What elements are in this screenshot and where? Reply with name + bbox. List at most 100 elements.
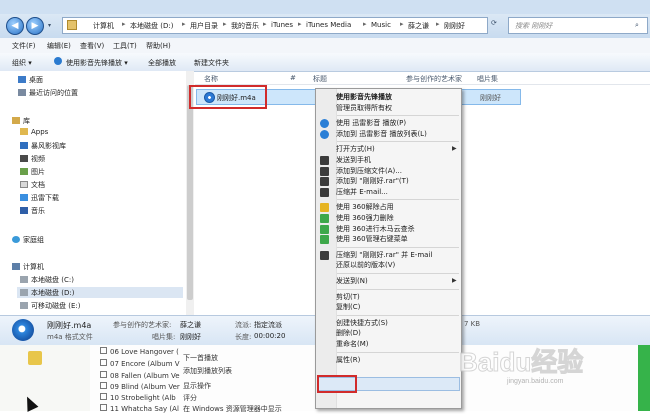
menu-separator bbox=[337, 273, 459, 274]
checkbox-icon[interactable] bbox=[100, 404, 107, 411]
column-track-number[interactable]: # bbox=[290, 74, 296, 82]
crumb-my-music[interactable]: 我的音乐 bbox=[231, 21, 259, 31]
column-artist[interactable]: 参与创作的艺术家 bbox=[406, 74, 462, 84]
nav-desktop[interactable]: 桌面 bbox=[18, 75, 43, 85]
context-menu-item-27[interactable]: 重命名(M) bbox=[336, 339, 369, 349]
context-menu-item-29[interactable]: 属性(R) bbox=[336, 355, 360, 365]
details-album-label: 唱片集: bbox=[152, 333, 176, 341]
context-menu-item-9[interactable]: 添加到 "刚刚好.rar"(T) bbox=[336, 176, 409, 186]
column-title[interactable]: 标题 bbox=[313, 74, 327, 84]
context-menu-item-14[interactable]: 使用 360进行木马云查杀 bbox=[336, 224, 415, 234]
crumb-user-dir[interactable]: 用户目录 bbox=[190, 21, 218, 31]
crumb-itunes[interactable]: iTunes bbox=[271, 21, 293, 29]
search-icon[interactable]: ⌕ bbox=[635, 21, 639, 30]
context-menu-item-26[interactable]: 删除(D) bbox=[336, 328, 361, 338]
context-menu-item-20[interactable]: 发送到(N) bbox=[336, 276, 368, 286]
context-menu-item-15[interactable]: 使用 360管理右键菜单 bbox=[336, 234, 408, 244]
menu-view[interactable]: 查看(V) bbox=[80, 41, 104, 51]
nav-drive-e[interactable]: 可移动磁盘 (E:) bbox=[20, 301, 80, 311]
address-bar[interactable]: 计算机 ▸ 本地磁盘 (D:) ▸ 用户目录 ▸ 我的音乐 ▸ iTunes ▸… bbox=[62, 17, 488, 34]
bg-menu-show-in-explorer[interactable]: 在 Windows 资源管理器中显示 bbox=[183, 404, 282, 414]
track-row[interactable]: 11 Whatcha Say (Al bbox=[100, 404, 179, 413]
crumb-separator-icon: ▸ bbox=[122, 20, 126, 28]
nav-recent[interactable]: 最近访问的位置 bbox=[18, 88, 78, 98]
play-with-button[interactable]: 使用影音先锋播放 ▾ bbox=[66, 58, 128, 68]
refresh-icon[interactable]: ⟳ bbox=[491, 19, 497, 27]
bg-menu-play-next[interactable]: 下一首播放 bbox=[183, 353, 218, 363]
organize-button[interactable]: 组织 ▾ bbox=[12, 58, 32, 68]
menu-edit[interactable]: 编辑(E) bbox=[47, 41, 71, 51]
checkbox-icon[interactable] bbox=[100, 382, 107, 389]
crumb-album[interactable]: 刚刚好 bbox=[444, 21, 465, 31]
context-menu-item-10[interactable]: 压缩并 E-mail... bbox=[336, 187, 388, 197]
nav-baofeng[interactable]: 暴风影视库 bbox=[20, 141, 66, 151]
recent-pages-chevron-icon[interactable]: ▾ bbox=[48, 22, 51, 29]
crumb-computer[interactable]: 计算机 bbox=[93, 21, 114, 31]
context-menu-item-23[interactable]: 复制(C) bbox=[336, 302, 360, 312]
checkbox-icon[interactable] bbox=[100, 347, 107, 354]
column-album[interactable]: 唱片集 bbox=[477, 74, 498, 84]
nav-xunlei[interactable]: 迅雷下载 bbox=[20, 193, 59, 203]
context-menu-item-22[interactable]: 剪切(T) bbox=[336, 292, 360, 302]
menu-file[interactable]: 文件(F) bbox=[12, 41, 36, 51]
new-folder-button[interactable]: 新建文件夹 bbox=[194, 58, 229, 68]
nav-scrollbar-thumb[interactable] bbox=[187, 85, 193, 300]
crumb-separator-icon: ▸ bbox=[182, 20, 186, 28]
column-name[interactable]: 名称 bbox=[204, 74, 218, 84]
nav-homegroup[interactable]: 家庭组 bbox=[12, 235, 44, 245]
menu-separator bbox=[337, 115, 459, 117]
watermark-text: Baidu经验 bbox=[459, 347, 583, 377]
nav-drive-d[interactable]: 本地磁盘 (D:) bbox=[20, 288, 74, 298]
context-menu-item-12[interactable]: 使用 360解除占用 bbox=[336, 202, 394, 212]
crumb-itunes-media[interactable]: iTunes Media bbox=[306, 21, 351, 29]
bg-menu-add-playlist[interactable]: 添加到播放列表 bbox=[183, 366, 232, 376]
menu-help[interactable]: 帮助(H) bbox=[146, 41, 171, 51]
menu-separator bbox=[337, 141, 459, 143]
nav-documents[interactable]: 文档 bbox=[20, 180, 45, 190]
context-menu-item-7[interactable]: 发送到手机 bbox=[336, 155, 371, 165]
drive-icon bbox=[20, 276, 28, 283]
context-menu-item-1[interactable]: 管理员取得所有权 bbox=[336, 103, 392, 113]
nav-computer[interactable]: 计算机 bbox=[12, 262, 44, 272]
nav-apps[interactable]: Apps bbox=[20, 128, 48, 136]
bg-menu-show-actions[interactable]: 显示操作 bbox=[183, 381, 211, 391]
search-input[interactable]: 搜索 刚刚好 ⌕ bbox=[508, 17, 648, 34]
checkbox-icon[interactable] bbox=[100, 371, 107, 378]
nav-videos[interactable]: 视频 bbox=[20, 154, 45, 164]
crumb-drive[interactable]: 本地磁盘 (D:) bbox=[130, 21, 173, 31]
context-menu-item-18[interactable]: 还原以前的版本(V) bbox=[336, 260, 395, 270]
menu-tools[interactable]: 工具(T) bbox=[113, 41, 137, 51]
forward-button[interactable]: ▶ bbox=[26, 17, 44, 35]
crumb-artist[interactable]: 薛之谦 bbox=[408, 21, 429, 31]
back-button[interactable]: ◀ bbox=[6, 17, 24, 35]
track-row[interactable]: 09 Blind (Album Ver bbox=[100, 382, 180, 391]
download-icon bbox=[20, 194, 28, 201]
context-menu-item-17[interactable]: 压缩到 "刚刚好.rar" 并 E-mail bbox=[336, 250, 432, 260]
play-all-button[interactable]: 全部播放 bbox=[148, 58, 176, 68]
track-row[interactable]: 08 Fallen (Album Ve bbox=[100, 371, 180, 380]
context-menu-item-13[interactable]: 使用 360强力删除 bbox=[336, 213, 394, 223]
track-row[interactable]: 07 Encore (Album V bbox=[100, 359, 180, 368]
checkbox-icon[interactable] bbox=[100, 393, 107, 400]
crumb-music[interactable]: Music bbox=[371, 21, 391, 29]
nav-drive-c[interactable]: 本地磁盘 (C:) bbox=[20, 275, 74, 285]
watermark-url: jingyan.baidu.com bbox=[506, 378, 564, 385]
checkbox-icon[interactable] bbox=[100, 359, 107, 366]
context-menu-item-6[interactable]: 打开方式(H) bbox=[336, 144, 375, 154]
file-highlight-box bbox=[189, 85, 267, 109]
nav-pictures[interactable]: 图片 bbox=[20, 167, 45, 177]
context-menu-item-25[interactable]: 创建快捷方式(S) bbox=[336, 318, 388, 328]
menu-separator bbox=[337, 246, 459, 248]
menu-item-icon bbox=[320, 166, 329, 176]
track-row[interactable]: 06 Love Hangover ( bbox=[100, 347, 179, 356]
bg-menu-rating[interactable]: 评分 bbox=[183, 393, 197, 403]
nav-library[interactable]: 库 bbox=[12, 116, 30, 126]
context-menu-item-3[interactable]: 使用 迅雷影音 播放(P) bbox=[336, 118, 406, 128]
context-menu-item-0[interactable]: 使用影音先锋播放 bbox=[336, 92, 392, 102]
track-row[interactable]: 10 Strobelight (Alb bbox=[100, 393, 176, 402]
context-menu-item-8[interactable]: 添加到压缩文件(A)... bbox=[336, 166, 402, 176]
side-green-bar bbox=[638, 345, 650, 411]
nav-music[interactable]: 音乐 bbox=[20, 206, 45, 216]
submenu-arrow-icon: ▶ bbox=[452, 277, 457, 284]
context-menu-item-4[interactable]: 添加到 迅雷影音 播放列表(L) bbox=[336, 129, 427, 139]
